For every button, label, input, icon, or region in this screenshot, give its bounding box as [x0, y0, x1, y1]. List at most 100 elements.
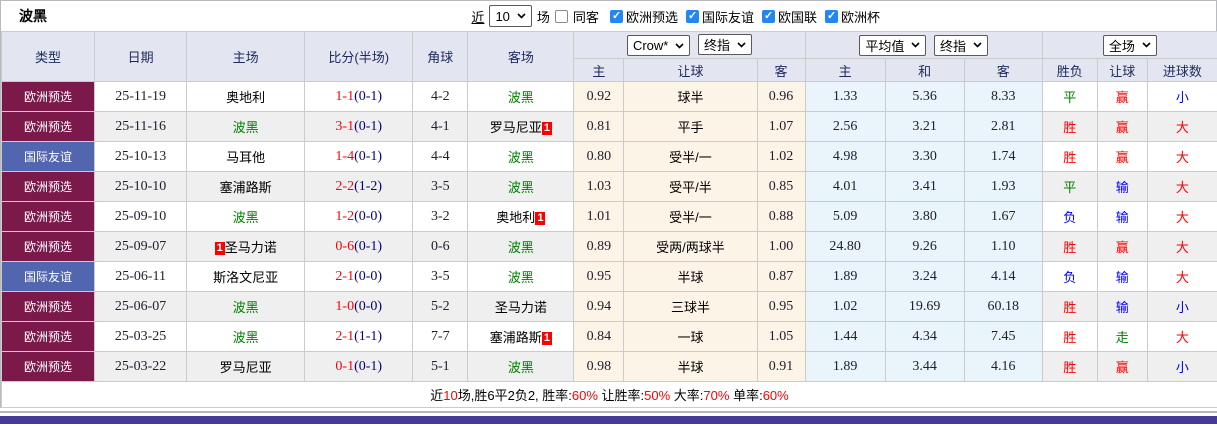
red-card-badge: 1 — [214, 242, 225, 255]
average-select[interactable]: 平均值 — [859, 34, 927, 56]
winlose-result-cell: 胜 — [1041, 111, 1098, 142]
odds-away-cell: 1.02 — [756, 141, 806, 172]
goals-result-cell: 小 — [1146, 351, 1217, 382]
match-table: 类型 日期 主场 比分(半场) 角球 客场 Crow* 终指 平均值 终指 全场… — [0, 31, 1217, 408]
odds-home-cell: 0.89 — [573, 231, 625, 262]
sub-header-handicap: 让球 — [623, 58, 758, 82]
summary-value: 60% — [571, 388, 598, 403]
goals-result-cell: 大 — [1146, 261, 1217, 292]
match-row: 欧洲预选 25-11-19 奥地利 1-1(0-1) 4-2 波黑 0.92 球半 0.96 1.… — [0, 81, 1217, 112]
chevron-down-icon — [675, 42, 684, 49]
handicap-cell: 球半 — [623, 81, 758, 112]
handicap-result-cell: 走 — [1096, 321, 1148, 352]
match-row: 国际友谊 25-06-11 斯洛文尼亚 2-1(0-0) 3-5 波黑 0.95 半球 0.87… — [0, 261, 1217, 292]
competition-type-cell: 欧洲预选 — [0, 321, 96, 352]
col-header-date: 日期 — [94, 31, 188, 82]
scope-select[interactable]: 全场 — [1102, 34, 1157, 56]
avg-home-cell: 4.01 — [804, 171, 886, 202]
handicap-result-cell: 输 — [1096, 261, 1148, 292]
goals-result-cell: 大 — [1146, 171, 1217, 202]
recent-label: 近 — [471, 9, 485, 25]
competition-filters: 欧洲预选 国际友谊 欧国联 欧洲杯 — [604, 7, 880, 26]
col-header-type: 类型 — [0, 31, 96, 82]
avg-home-cell: 1.44 — [804, 321, 886, 352]
chevron-down-icon — [911, 42, 920, 48]
filter-checkbox[interactable] — [609, 9, 623, 23]
filter-checkbox[interactable] — [685, 9, 699, 23]
handicap-result-cell: 赢 — [1096, 111, 1148, 142]
match-row: 欧洲预选 25-03-22 罗马尼亚 0-1(0-1) 5-1 波黑 0.98 半球 0.91 1… — [0, 351, 1217, 382]
odds-away-cell: 0.96 — [756, 81, 806, 112]
corner-cell: 7-7 — [412, 321, 469, 352]
handicap-result-cell: 赢 — [1096, 81, 1148, 112]
sub-header-avg-draw: 和 — [884, 58, 965, 82]
match-row: 欧洲预选 25-09-10 波黑 1-2(0-0) 3-2 奥地利 1 1.01 受半/一 0.8… — [0, 201, 1217, 232]
halftime-score: (0-0) — [354, 209, 383, 224]
fulltime-score: 1-4 — [335, 149, 355, 164]
date-cell: 25-10-10 — [94, 171, 188, 202]
home-team-cell: 1 圣马力诺 — [186, 231, 306, 262]
summary-text: 近 — [430, 388, 444, 403]
summary-value: 70% — [703, 388, 730, 403]
halftime-score: (1-2) — [354, 179, 383, 194]
avg-draw-cell: 3.30 — [884, 141, 965, 172]
summary-line: 近10场,胜6平2负2, 胜率:60% 让胜率:50% 大率:70% 单率:60… — [1, 381, 1217, 408]
handicap-result-cell: 输 — [1096, 171, 1148, 202]
average-value: 平均值 — [865, 38, 905, 54]
away-team-cell: 波黑 — [467, 261, 575, 292]
odds-company-select[interactable]: Crow* — [626, 35, 691, 56]
away-team-name: 波黑 — [507, 180, 534, 195]
match-row: 欧洲预选 25-06-07 波黑 1-0(0-0) 5-2 圣马力诺 0.94 三球半 0.95… — [0, 291, 1217, 322]
score-cell: 1-4(0-1) — [304, 141, 414, 172]
away-team-name: 塞浦路斯 — [489, 330, 542, 345]
odds-away-cell: 0.85 — [756, 171, 806, 202]
recent-count-select[interactable]: 10 — [489, 5, 532, 27]
sub-header-winlose: 胜负 — [1041, 58, 1098, 82]
home-team-cell: 波黑 — [186, 111, 306, 142]
match-row: 国际友谊 25-10-13 马耳他 1-4(0-1) 4-4 波黑 0.80 受半/一 1.02… — [0, 141, 1217, 172]
corner-cell: 3-5 — [412, 171, 469, 202]
odds-away-cell: 0.95 — [756, 291, 806, 322]
avg-away-cell: 4.14 — [963, 261, 1043, 292]
avg-draw-cell: 5.36 — [884, 81, 965, 112]
fulltime-score: 3-1 — [335, 119, 355, 134]
home-team-name: 奥地利 — [226, 90, 266, 105]
summary-value: 50% — [644, 388, 671, 403]
filter-checkbox[interactable] — [761, 9, 775, 23]
same-away-checkbox[interactable] — [554, 9, 568, 23]
avg-draw-cell: 3.41 — [884, 171, 965, 202]
odds-period-select[interactable]: 终指 — [698, 34, 753, 55]
fulltime-score: 1-1 — [335, 89, 355, 104]
handicap-result-cell: 输 — [1096, 201, 1148, 232]
match-row: 欧洲预选 25-09-07 1 圣马力诺 0-6(0-1) 0-6 波黑 0.89 受两/两球半… — [0, 231, 1217, 262]
average-period-select[interactable]: 终指 — [933, 34, 988, 56]
summary-text: 场,胜6平2负2, 胜率: — [457, 388, 572, 403]
date-cell: 25-03-22 — [94, 351, 188, 382]
handicap-result-cell: 赢 — [1096, 141, 1148, 172]
odds-away-cell: 0.87 — [756, 261, 806, 292]
winlose-result-cell: 胜 — [1041, 321, 1098, 352]
odds-home-cell: 0.84 — [573, 321, 625, 352]
away-team-cell: 圣马力诺 — [467, 291, 575, 322]
avg-away-cell: 4.16 — [963, 351, 1043, 382]
away-team-cell: 波黑 — [467, 351, 575, 382]
score-cell: 0-6(0-1) — [304, 231, 414, 262]
match-history-panel: 波黑 近 10 场 同客 欧洲预选国际友谊欧国联欧洲杯 — [0, 0, 1217, 426]
match-row: 欧洲预选 25-11-16 波黑 3-1(0-1) 4-1 罗马尼亚 1 0.81 平手 1.07… — [0, 111, 1217, 142]
halftime-score: (0-1) — [354, 239, 383, 254]
result-scope-group: 全场 — [1041, 31, 1217, 59]
avg-away-cell: 7.45 — [963, 321, 1043, 352]
fulltime-score: 0-1 — [335, 359, 355, 374]
avg-away-cell: 60.18 — [963, 291, 1043, 322]
handicap-cell: 三球半 — [623, 291, 758, 322]
average-odds-group: 平均值 终指 — [804, 31, 1043, 59]
home-team-name: 波黑 — [232, 300, 259, 315]
filter-label: 欧洲杯 — [840, 9, 880, 25]
away-team-name: 圣马力诺 — [494, 300, 547, 315]
filter-checkbox[interactable] — [824, 9, 838, 23]
page-title: 波黑 — [19, 8, 47, 24]
home-team-cell: 斯洛文尼亚 — [186, 261, 306, 292]
home-team-name: 波黑 — [232, 120, 259, 135]
away-team-name: 波黑 — [507, 270, 534, 285]
corner-cell: 4-2 — [412, 81, 469, 112]
